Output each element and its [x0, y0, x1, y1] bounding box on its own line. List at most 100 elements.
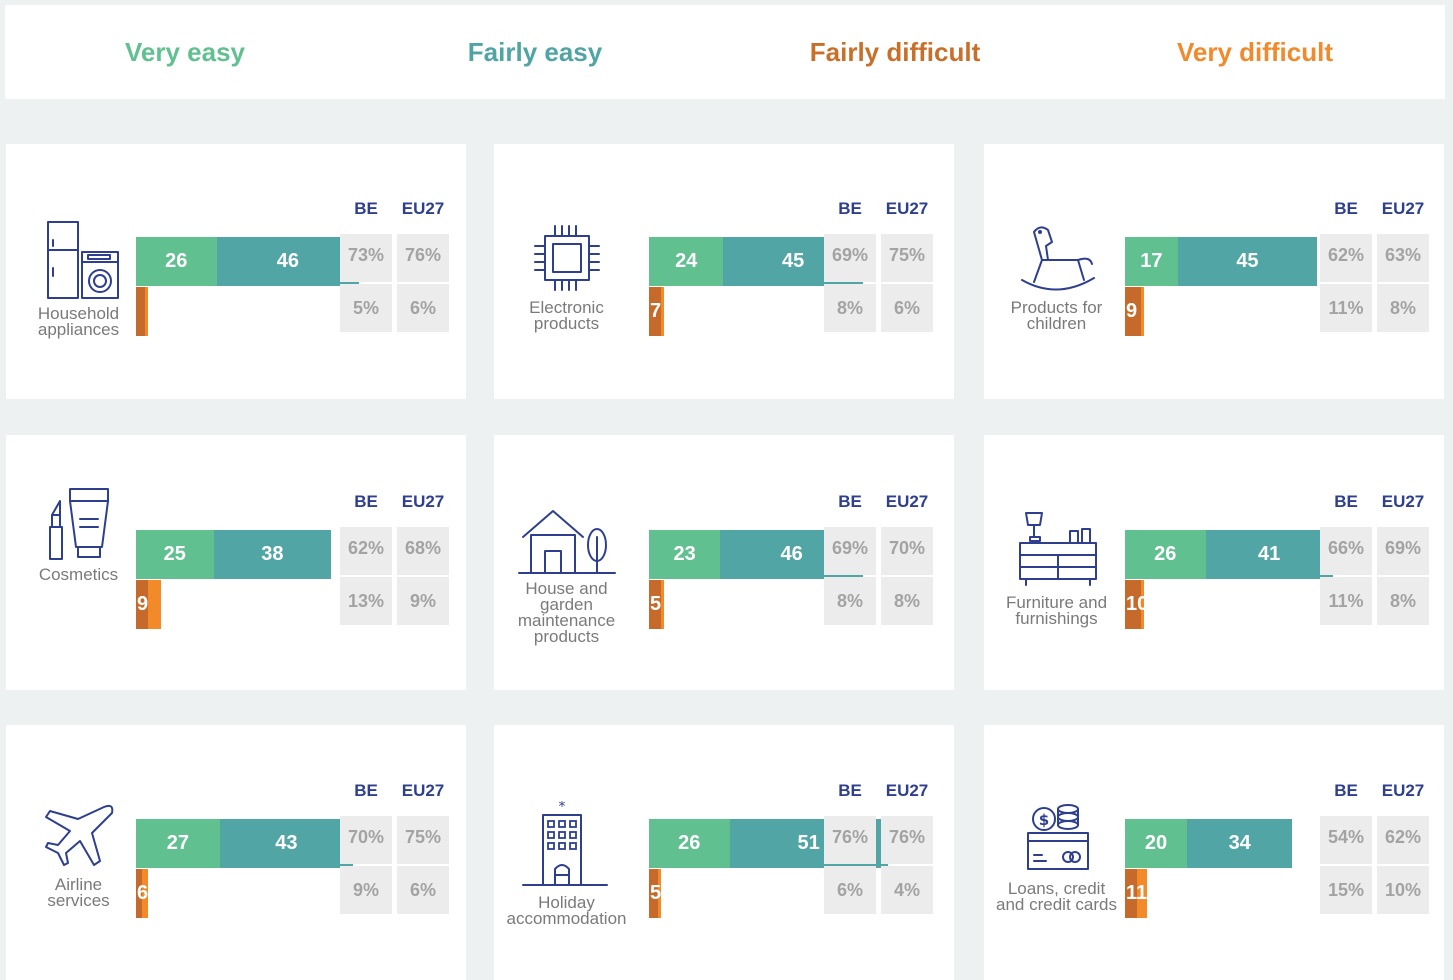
fairly-easy-bar: 45 — [1177, 237, 1318, 286]
difficult-bar-label: 11 — [1126, 882, 1148, 904]
difficult-bar-label: 5 — [650, 593, 662, 615]
house-garden-icon — [504, 507, 629, 577]
easy-bar: 26 46 — [136, 237, 360, 286]
easy-total-eu27: 63% — [1377, 234, 1429, 282]
easy-bar: 26 41 — [1125, 530, 1333, 579]
credit-card-icon: $ — [994, 801, 1119, 877]
column-header-be: BE — [354, 781, 378, 800]
difficult-bar-label: 10 — [1126, 593, 1149, 615]
rocking-horse-icon — [994, 220, 1119, 296]
easy-total-be: 54% — [1320, 816, 1372, 864]
very-difficult-bar — [148, 580, 161, 629]
difficult-bar: 9 — [136, 580, 161, 629]
fairly-easy-bar: 46 — [216, 237, 360, 286]
easy-total-eu27: 62% — [1377, 816, 1429, 864]
category-label: Household appliances — [37, 304, 120, 339]
column-header-eu27: EU27 — [885, 492, 929, 511]
legend: Very easy Fairly easy Fairly difficult V… — [5, 5, 1445, 99]
easy-total-eu27: 69% — [1377, 527, 1429, 575]
legend-fairly-easy: Fairly easy — [467, 37, 603, 67]
category-label: Holiday accommodation — [506, 893, 627, 928]
difficult-bar: 7 — [649, 287, 665, 336]
easy-total-be: 62% — [1320, 234, 1372, 282]
cosmetics-icon — [16, 487, 141, 563]
very-difficult-bar — [661, 287, 665, 336]
column-header-eu27: EU27 — [1381, 781, 1425, 800]
difficult-bar: 11 — [1125, 869, 1147, 918]
very-easy-bar: 27 — [136, 819, 220, 868]
fairly-difficult-bar — [136, 287, 146, 336]
chart-panel: Airline services 27 43 6 BE EU27 70% 75% 9% 6% — [6, 725, 466, 980]
furniture-icon — [994, 511, 1119, 591]
easy-bar: 27 43 — [136, 819, 353, 868]
fairly-easy-bar: 34 — [1187, 819, 1293, 868]
category-label: Airline services — [47, 875, 110, 910]
very-easy-bar: 26 — [136, 237, 217, 286]
easy-total-eu27: 68% — [397, 527, 449, 575]
column-header-eu27: EU27 — [1381, 199, 1425, 218]
easy-total-be: 70% — [340, 816, 392, 864]
easy-total-be: 66% — [1320, 527, 1372, 575]
category-label: Loans, credit and credit cards — [996, 879, 1117, 914]
difficult-total-be: 11% — [1320, 577, 1372, 625]
category-label: Furniture and furnishings — [1005, 593, 1108, 628]
chart-panel: $ Loans, credit and credit cards 20 34 11 BE EU… — [984, 725, 1444, 980]
difficult-total-eu27: 8% — [881, 577, 933, 625]
legend-very-difficult: Very difficult — [1176, 37, 1334, 67]
microchip-icon — [504, 220, 629, 296]
difficult-bar: 9 — [1125, 287, 1144, 336]
easy-bar: 20 34 — [1125, 819, 1293, 868]
column-header-eu27: EU27 — [401, 492, 445, 511]
easy-total-be: 69% — [824, 234, 876, 282]
household-appliances-icon — [16, 220, 141, 302]
difficult-total-be: 8% — [824, 284, 876, 332]
svg-text:*: * — [558, 801, 565, 815]
difficult-total-be: 6% — [824, 866, 876, 914]
column-header-be: BE — [838, 492, 862, 511]
chart-panel: Electronic products 24 45 7 BE EU27 69% 75% 8% 6% — [494, 144, 954, 399]
category-label: Cosmetics — [38, 565, 119, 584]
easy-total-eu27: 70% — [881, 527, 933, 575]
difficult-bar-label: 5 — [650, 882, 662, 904]
category-block: Products for children — [994, 220, 1119, 332]
very-easy-bar: 26 — [1125, 530, 1206, 579]
category-block: House and garden maintenance products — [504, 507, 629, 645]
category-label: Products for children — [1010, 298, 1103, 333]
legend-fairly-difficult: Fairly difficult — [809, 37, 981, 67]
column-header-be: BE — [838, 199, 862, 218]
airplane-icon — [16, 801, 141, 873]
difficult-bar: 5 — [649, 580, 665, 629]
fairly-easy-bar: 41 — [1205, 530, 1333, 579]
hotel-icon: * — [504, 801, 629, 891]
easy-total-be: 69% — [824, 527, 876, 575]
difficult-bar-label: 7 — [650, 300, 662, 322]
column-header-eu27: EU27 — [401, 199, 445, 218]
difficult-total-be: 8% — [824, 577, 876, 625]
very-easy-bar: 20 — [1125, 819, 1187, 868]
difficult-total-eu27: 6% — [881, 284, 933, 332]
category-label: House and garden maintenance products — [517, 579, 616, 646]
difficult-total-eu27: 10% — [1377, 866, 1429, 914]
difficult-bar: 6 — [136, 869, 149, 918]
chart-panel: Products for children 17 45 9 BE EU27 62% 63% 11%… — [984, 144, 1444, 399]
category-block: Furniture and furnishings — [994, 511, 1119, 627]
chart-panel: * Holiday accommodation 26 51 5 BE EU27 76% 76% 6%… — [494, 725, 954, 980]
chart-panel: Furniture and furnishings 26 41 10 BE EU27 66% 6… — [984, 435, 1444, 690]
column-header-be: BE — [1334, 199, 1358, 218]
column-header-eu27: EU27 — [401, 781, 445, 800]
difficult-bar: 5 — [649, 869, 662, 918]
category-label: Electronic products — [529, 298, 604, 333]
difficult-total-be: 5% — [340, 284, 392, 332]
chart-panel: Cosmetics 25 38 9 BE EU27 62% 68% 13% 9% — [6, 435, 466, 690]
difficult-bar-label: 9 — [1126, 300, 1138, 322]
difficult-total-be: 13% — [340, 577, 392, 625]
category-block: Electronic products — [504, 220, 629, 332]
easy-bar: 17 45 — [1125, 237, 1318, 286]
very-difficult-bar — [661, 580, 665, 629]
column-header-eu27: EU27 — [885, 781, 929, 800]
fairly-easy-bar: 43 — [219, 819, 353, 868]
column-header-be: BE — [354, 199, 378, 218]
easy-total-be: 73% — [340, 234, 392, 282]
category-block: Household appliances — [16, 220, 141, 338]
very-difficult-bar — [145, 287, 149, 336]
